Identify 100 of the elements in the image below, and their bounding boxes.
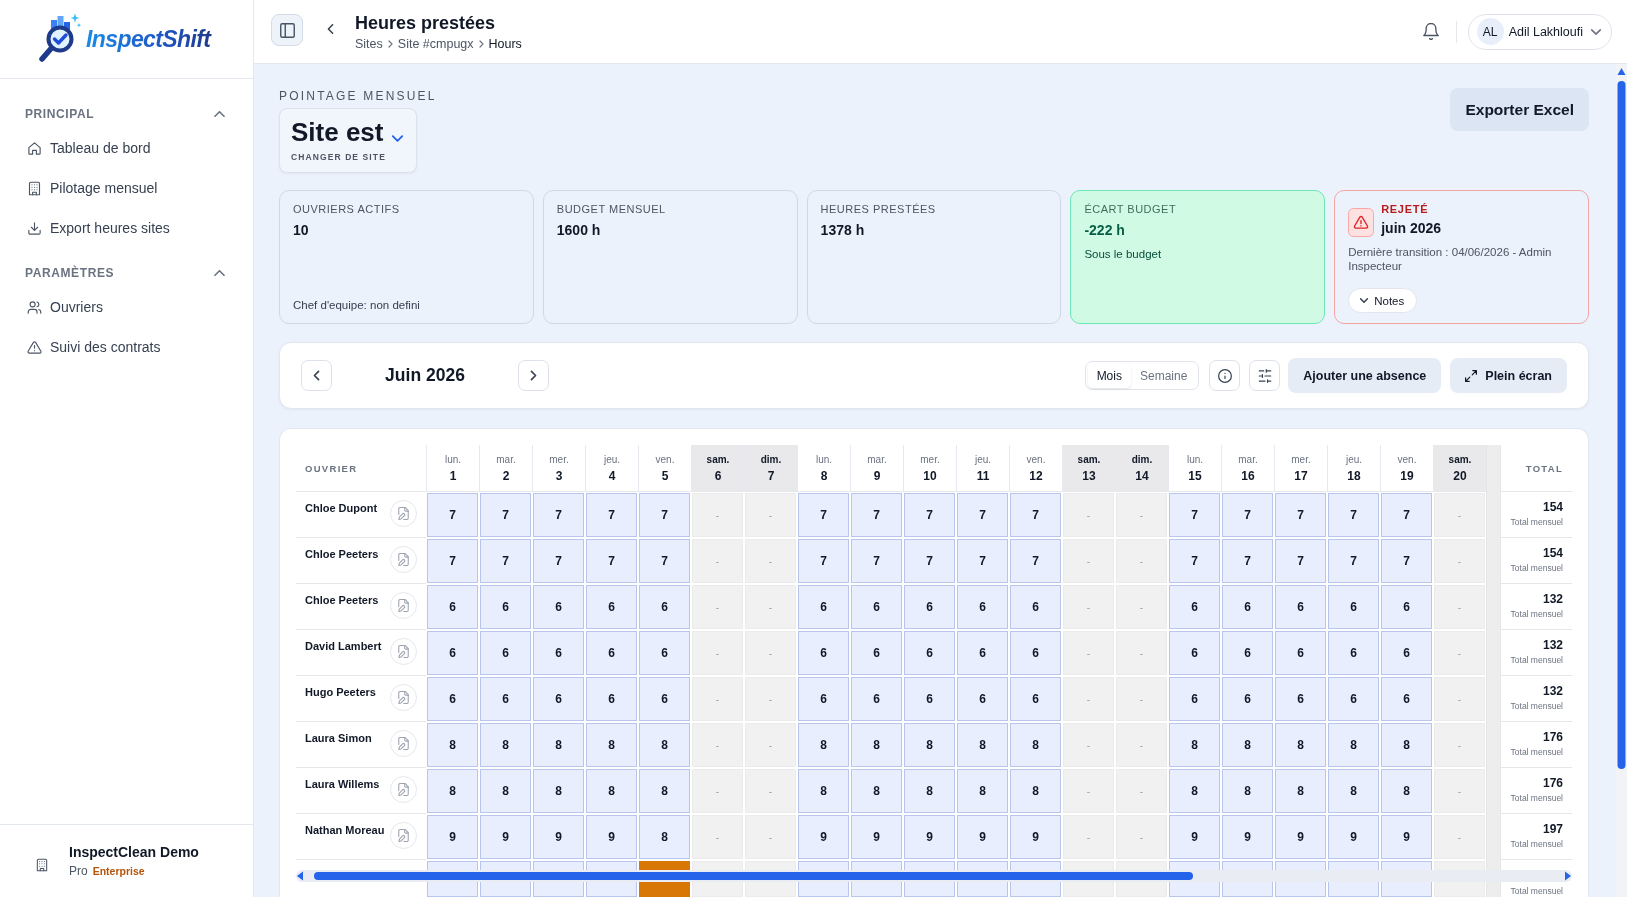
hours-cell[interactable]: 7 bbox=[1275, 493, 1326, 537]
hours-cell[interactable]: 7 bbox=[1275, 539, 1326, 583]
hours-cell[interactable]: 7 bbox=[904, 539, 955, 583]
hours-cell[interactable]: 6 bbox=[1010, 677, 1061, 721]
hours-cell[interactable]: 8 bbox=[427, 723, 478, 767]
hours-cell[interactable]: 8 bbox=[957, 769, 1008, 813]
hours-cell[interactable]: 6 bbox=[427, 631, 478, 675]
hours-cell[interactable]: 8 bbox=[639, 723, 690, 767]
hours-cell[interactable]: 6 bbox=[1169, 677, 1220, 721]
hours-cell[interactable]: 8 bbox=[1275, 769, 1326, 813]
hours-cell[interactable]: 9 bbox=[1222, 815, 1273, 859]
hours-cell[interactable]: 6 bbox=[1275, 677, 1326, 721]
timesheet-document-button[interactable] bbox=[390, 638, 417, 665]
hours-cell[interactable]: 8 bbox=[1381, 723, 1432, 767]
hours-cell[interactable]: 7 bbox=[1381, 539, 1432, 583]
hours-cell[interactable]: 9 bbox=[1169, 815, 1220, 859]
hours-cell[interactable]: 6 bbox=[586, 677, 637, 721]
hours-cell[interactable]: 7 bbox=[851, 493, 902, 537]
hours-cell[interactable]: 9 bbox=[427, 815, 478, 859]
hours-cell[interactable]: 8 bbox=[586, 769, 637, 813]
hours-cell[interactable]: 9 bbox=[1381, 815, 1432, 859]
hours-cell[interactable]: 6 bbox=[798, 585, 849, 629]
sidebar-item[interactable]: Export heures sites bbox=[0, 208, 253, 248]
hours-cell[interactable]: 9 bbox=[798, 815, 849, 859]
hours-cell[interactable]: 6 bbox=[639, 585, 690, 629]
hours-cell[interactable]: 8 bbox=[1328, 769, 1379, 813]
section-toggle[interactable]: PARAMÈTRES bbox=[0, 259, 253, 287]
hours-cell[interactable]: 6 bbox=[1222, 677, 1273, 721]
notifications-button[interactable] bbox=[1422, 23, 1439, 40]
hours-cell[interactable]: 7 bbox=[427, 493, 478, 537]
hours-cell[interactable]: 8 bbox=[480, 769, 531, 813]
hours-cell[interactable]: 8 bbox=[427, 769, 478, 813]
timesheet-document-button[interactable] bbox=[390, 684, 417, 711]
hours-cell[interactable]: 6 bbox=[904, 631, 955, 675]
hours-cell[interactable]: 7 bbox=[533, 493, 584, 537]
hours-cell[interactable]: 6 bbox=[533, 631, 584, 675]
sidebar-item[interactable]: Suivi des contrats bbox=[0, 327, 253, 367]
hours-cell[interactable]: 8 bbox=[1010, 769, 1061, 813]
notes-button[interactable]: Notes bbox=[1348, 288, 1418, 313]
hours-cell[interactable]: 6 bbox=[1222, 631, 1273, 675]
hours-cell[interactable]: 9 bbox=[1328, 815, 1379, 859]
hours-cell[interactable]: 6 bbox=[480, 631, 531, 675]
hours-cell[interactable]: 7 bbox=[427, 539, 478, 583]
hours-cell[interactable]: 6 bbox=[1010, 631, 1061, 675]
hours-cell[interactable]: 6 bbox=[1275, 631, 1326, 675]
previous-month-button[interactable] bbox=[301, 360, 332, 391]
hours-cell[interactable]: 6 bbox=[639, 631, 690, 675]
user-menu-button[interactable]: AL Adil Lakhloufi bbox=[1467, 13, 1612, 50]
fullscreen-button[interactable]: Plein écran bbox=[1450, 358, 1567, 393]
hours-cell[interactable]: 6 bbox=[1328, 677, 1379, 721]
hours-cell[interactable]: 7 bbox=[798, 493, 849, 537]
hours-cell[interactable]: 9 bbox=[851, 815, 902, 859]
hours-cell[interactable]: 6 bbox=[1275, 585, 1326, 629]
back-button[interactable] bbox=[325, 21, 335, 37]
hours-cell[interactable]: 8 bbox=[480, 723, 531, 767]
hours-cell[interactable]: 6 bbox=[1381, 631, 1432, 675]
hours-cell[interactable]: 7 bbox=[1010, 493, 1061, 537]
timesheet-document-button[interactable] bbox=[390, 822, 417, 849]
hours-cell[interactable]: 7 bbox=[1169, 539, 1220, 583]
hours-cell[interactable]: 6 bbox=[851, 677, 902, 721]
breadcrumb-link[interactable]: Site #cmpugx bbox=[397, 35, 474, 52]
timesheet-document-button[interactable] bbox=[390, 500, 417, 527]
hours-cell[interactable]: 6 bbox=[851, 631, 902, 675]
hours-cell[interactable]: 8 bbox=[851, 769, 902, 813]
hours-cell[interactable]: 6 bbox=[904, 585, 955, 629]
hours-cell[interactable]: 8 bbox=[957, 723, 1008, 767]
hours-cell[interactable]: 6 bbox=[1328, 631, 1379, 675]
hours-cell[interactable]: 9 bbox=[957, 815, 1008, 859]
timesheet-document-button[interactable] bbox=[390, 730, 417, 757]
info-button[interactable] bbox=[1209, 360, 1241, 391]
settings-button[interactable] bbox=[1249, 360, 1281, 391]
hours-cell[interactable]: 8 bbox=[533, 769, 584, 813]
hours-cell[interactable]: 8 bbox=[1222, 723, 1273, 767]
hours-cell[interactable]: 7 bbox=[798, 539, 849, 583]
hours-cell[interactable]: 7 bbox=[480, 493, 531, 537]
hours-cell[interactable]: 7 bbox=[1010, 539, 1061, 583]
sidebar-item[interactable]: Tableau de bord bbox=[0, 128, 253, 168]
hours-cell[interactable]: 8 bbox=[1222, 769, 1273, 813]
breadcrumb-link[interactable]: Sites bbox=[355, 35, 383, 52]
timesheet-document-button[interactable] bbox=[390, 592, 417, 619]
hours-cell[interactable]: 6 bbox=[798, 677, 849, 721]
hours-cell[interactable]: 6 bbox=[427, 585, 478, 629]
hours-cell[interactable]: 6 bbox=[1169, 631, 1220, 675]
hours-cell[interactable]: 8 bbox=[639, 815, 690, 859]
add-absence-button[interactable]: Ajouter une absence bbox=[1288, 358, 1442, 393]
sidebar-item[interactable]: Pilotage mensuel bbox=[0, 168, 253, 208]
hours-cell[interactable]: 9 bbox=[1010, 815, 1061, 859]
hours-cell[interactable]: 6 bbox=[480, 677, 531, 721]
hours-cell[interactable]: 6 bbox=[957, 631, 1008, 675]
hours-cell[interactable]: 6 bbox=[957, 677, 1008, 721]
hours-cell[interactable]: 8 bbox=[798, 769, 849, 813]
export-button[interactable]: Exporter Excel bbox=[1450, 88, 1589, 131]
hours-cell[interactable]: 6 bbox=[533, 585, 584, 629]
hours-cell[interactable]: 6 bbox=[427, 677, 478, 721]
hours-cell[interactable]: 8 bbox=[1275, 723, 1326, 767]
hours-cell[interactable]: 6 bbox=[480, 585, 531, 629]
hours-cell[interactable]: 8 bbox=[1381, 769, 1432, 813]
sidebar-toggle-button[interactable] bbox=[271, 14, 303, 46]
hours-cell[interactable]: 8 bbox=[1010, 723, 1061, 767]
hours-cell[interactable]: 6 bbox=[957, 585, 1008, 629]
